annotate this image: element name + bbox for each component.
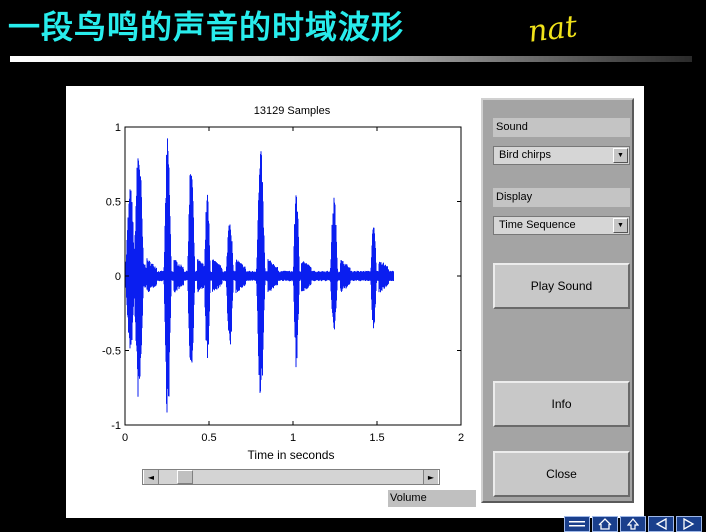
nav-prev-icon[interactable] — [648, 516, 674, 532]
sound-dropdown[interactable]: Bird chirps ▼ — [493, 146, 630, 165]
sound-label: Sound — [493, 118, 630, 137]
close-button[interactable]: Close — [493, 451, 630, 497]
y-tick-label: 1 — [115, 122, 121, 134]
display-dropdown[interactable]: Time Sequence ▼ — [493, 216, 630, 235]
slider-thumb[interactable] — [177, 470, 193, 484]
display-dropdown-value: Time Sequence — [499, 219, 576, 231]
scroll-left-arrow-icon[interactable]: ◄ — [143, 470, 159, 484]
display-label: Display — [493, 188, 630, 207]
sound-dropdown-value: Bird chirps — [499, 149, 551, 161]
title-divider — [10, 56, 692, 62]
y-tick-label: -1 — [111, 420, 121, 432]
control-panel: Sound Bird chirps ▼ Display Time Sequenc… — [481, 98, 634, 503]
nav-up-icon[interactable] — [620, 516, 646, 532]
slide-title: 一段鸟鸣的声音的时域波形 — [8, 8, 405, 46]
y-tick-label: -0.5 — [102, 346, 121, 358]
nav-next-icon[interactable] — [676, 516, 702, 532]
info-button[interactable]: Info — [493, 381, 630, 427]
x-tick-label: 0.5 — [201, 432, 216, 444]
matlab-figure-window: 13129 Samples 0 0.5 1 1.5 2 1 0.5 0 -0.5 -1 Time … — [66, 86, 644, 518]
x-tick-label: 2 — [458, 432, 464, 444]
x-tick-label: 1 — [290, 432, 296, 444]
scroll-right-arrow-icon[interactable]: ► — [423, 470, 439, 484]
waveform-plot: 0 0.5 1 1.5 2 1 0.5 0 -0.5 -1 — [102, 122, 464, 444]
play-sound-button[interactable]: Play Sound — [493, 263, 630, 309]
waveform-series — [124, 138, 394, 413]
x-tick-label: 1.5 — [369, 432, 384, 444]
slide-navigation — [564, 516, 706, 532]
y-tick-label: 0.5 — [106, 197, 121, 209]
y-tick-label: 0 — [115, 271, 121, 283]
nav-home-icon[interactable] — [592, 516, 618, 532]
volume-slider[interactable]: ◄ ► — [142, 469, 440, 485]
chevron-down-icon[interactable]: ▼ — [613, 148, 628, 163]
waveform-line — [124, 138, 394, 413]
chevron-down-icon[interactable]: ▼ — [613, 218, 628, 233]
x-tick-label: 0 — [122, 432, 128, 444]
volume-label: Volume — [388, 490, 476, 507]
handwritten-annotation: nat — [526, 9, 580, 50]
x-axis-label: Time in seconds — [247, 448, 335, 462]
nav-menu-icon[interactable] — [564, 516, 590, 532]
